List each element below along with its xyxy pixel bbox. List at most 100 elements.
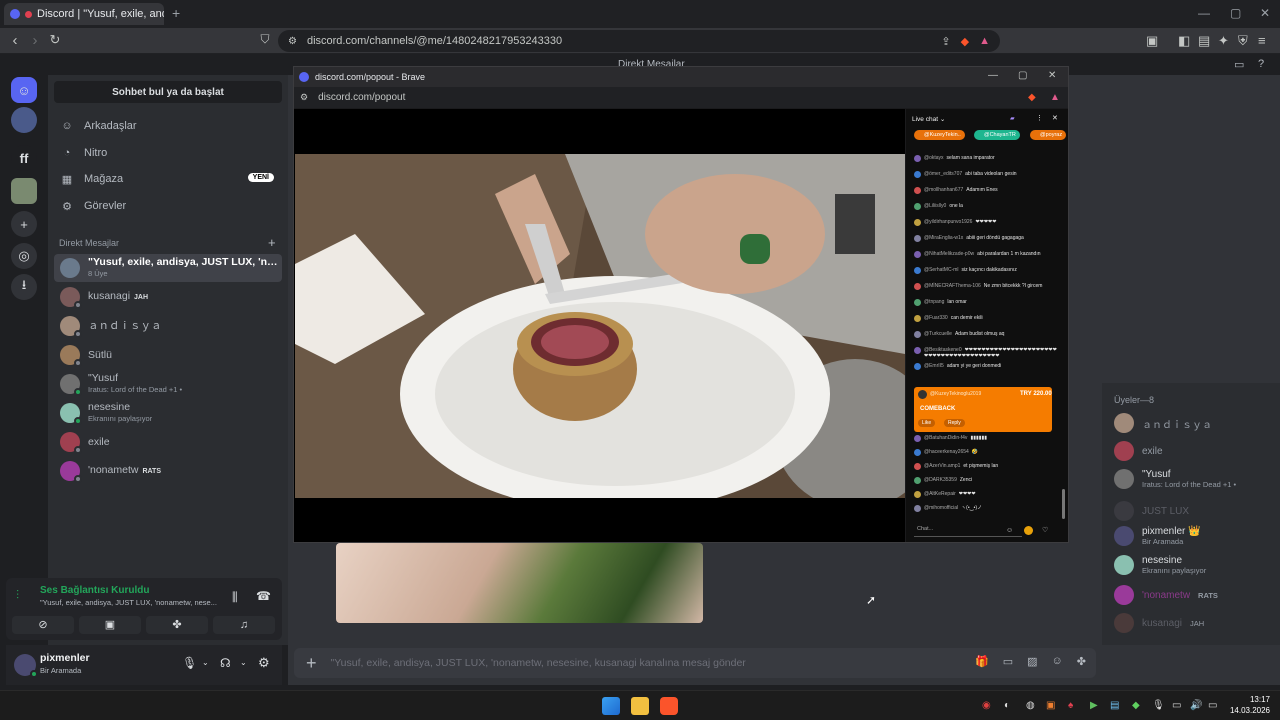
dm-item[interactable]: "Yusuf, exile, andisya, JUST LUX, 'nona.… (54, 254, 282, 282)
server-avatar-2[interactable] (11, 178, 37, 204)
nav-quests[interactable]: ⚙ Görevler (54, 194, 282, 218)
emoji-icon[interactable]: ☺ (1052, 655, 1063, 668)
gift-icon[interactable]: 🎁 (975, 655, 989, 668)
dm-item[interactable]: "Yusuf Iratus: Lord of the Dead +1 • (54, 370, 282, 398)
member-item[interactable]: "Yusuf Iratus: Lord of the Dead +1 • (1114, 469, 1236, 489)
chat-username[interactable]: @AltKeRepair (924, 491, 956, 497)
nav-nitro[interactable]: ◔ Nitro (54, 141, 282, 165)
menu-icon[interactable]: ≡ (1258, 33, 1266, 48)
chevron-down-icon[interactable]: ⌄ (202, 658, 209, 667)
dm-item[interactable]: Sütlü (54, 341, 282, 369)
reply-button[interactable]: Reply (944, 419, 965, 427)
reload-icon[interactable]: ↻ (46, 32, 64, 48)
noise-suppression-icon[interactable]: ⫼ (232, 590, 238, 605)
camera-button[interactable]: ⊘ (12, 616, 74, 634)
headphones-icon[interactable]: ☊ (220, 656, 231, 670)
live-chat-header[interactable]: Live chat ⌄ (912, 115, 945, 123)
discord-home-icon[interactable]: ☺ (11, 77, 37, 103)
chat-username[interactable]: @MİNECRAFThema-106 (924, 283, 981, 289)
chat-menu-icon[interactable]: ⋮ (1036, 114, 1043, 122)
inbox-icon[interactable]: ▭ (1234, 58, 1244, 71)
close-icon[interactable]: ✕ (1048, 70, 1056, 81)
chat-username[interactable]: @MiraEnglia-w1x (924, 235, 963, 241)
apps-icon[interactable]: ✤ (1077, 655, 1086, 668)
shared-image[interactable] (336, 543, 703, 623)
chat-close-icon[interactable]: ✕ (1052, 114, 1058, 122)
reader-icon[interactable]: ▣ (1146, 33, 1158, 49)
chat-username[interactable]: @Turkcuelle (924, 331, 952, 337)
share-icon[interactable]: ⇪ (941, 35, 950, 48)
super-chat-icon[interactable] (1024, 526, 1033, 535)
voice-status[interactable]: Ses Bağlantısı Kuruldu (40, 585, 149, 596)
tray-app-icon[interactable]: ▣ (1046, 700, 1055, 711)
close-window-icon[interactable]: ✕ (1260, 6, 1270, 20)
tray-app-icon[interactable]: ▤ (1110, 700, 1119, 711)
chat-username[interactable]: @Liliislly0 (924, 203, 946, 209)
brave-rewards-icon[interactable]: ▲ (1050, 92, 1060, 103)
tray-app-icon[interactable]: ♠ (1068, 700, 1073, 711)
chat-pill[interactable]: @poyraz (1030, 130, 1067, 140)
member-item[interactable]: 'nonametw RATS (1114, 585, 1218, 605)
dm-item[interactable]: kusanagi JAH (54, 283, 282, 311)
maximize-icon[interactable]: ▢ (1230, 6, 1241, 20)
member-item[interactable]: kusanagi JAH (1114, 613, 1204, 633)
microphone-icon[interactable]: 🎙 (182, 656, 197, 670)
chat-scrollbar[interactable] (1062, 489, 1065, 519)
sidebar-toggle-icon[interactable]: ◧ (1178, 33, 1190, 49)
back-icon[interactable]: ‹ (6, 32, 24, 49)
popout-address-bar[interactable]: ⚙ discord.com/popout ◆ ▲ (294, 87, 1068, 108)
download-icon[interactable]: ⭳ (11, 274, 37, 300)
dm-item[interactable]: nesesine Ekranını paylaşıyor (54, 399, 282, 427)
server-avatar[interactable] (11, 107, 37, 133)
brave-shields-icon[interactable]: ◆ (961, 35, 969, 48)
network-icon[interactable]: ▭ (1172, 700, 1181, 711)
chat-username[interactable]: @tnpang (924, 299, 944, 305)
member-item[interactable]: JUST LUX (1114, 501, 1189, 521)
nav-shop[interactable]: ▦ Mağaza YENİ (54, 167, 282, 191)
chat-username[interactable]: @haceerkenay2654 (924, 449, 969, 455)
tray-app-icon[interactable]: ◐ (1004, 700, 1010, 711)
activities-button[interactable]: ✤ (146, 616, 208, 634)
nav-friends[interactable]: ☺ Arkadaşlar (54, 114, 282, 138)
member-item[interactable]: nesesine Ekranını paylaşıyor (1114, 555, 1206, 575)
video-player[interactable] (294, 109, 905, 542)
screen-share-button[interactable]: ▣ (79, 616, 141, 634)
chevron-down-icon[interactable]: ⌄ (240, 658, 247, 667)
user-name[interactable]: pixmenler (40, 652, 90, 664)
gif-icon[interactable]: ▭ (1003, 655, 1013, 668)
message-input[interactable]: + "Yusuf, exile, andisya, JUST LUX, 'non… (294, 648, 1096, 678)
microphone-icon[interactable]: 🎙 (1152, 700, 1165, 711)
user-avatar[interactable] (14, 654, 38, 678)
leo-ai-icon[interactable]: ✦ (1218, 33, 1229, 49)
member-item[interactable]: pixmenler 👑 Bir Aramada (1114, 526, 1201, 546)
brave-rewards-icon[interactable]: ▲ (979, 35, 990, 47)
chat-pill[interactable]: @KuzeyTekin.. (914, 130, 965, 140)
chat-username[interactable]: @EmrII5 (924, 363, 944, 369)
file-explorer-icon[interactable] (631, 697, 649, 715)
bookmark-icon[interactable]: ⛉ (256, 32, 274, 47)
super-chat[interactable]: @KuzeyTekinoglu2019 TRY 220.00 COMEBACK … (914, 387, 1052, 432)
brave-shields-icon[interactable]: ◆ (1028, 92, 1036, 103)
minimize-icon[interactable]: — (988, 70, 998, 81)
dm-item[interactable]: exile (54, 428, 282, 456)
volume-icon[interactable]: 🔊 (1190, 700, 1202, 711)
upload-plus-icon[interactable]: + (306, 653, 317, 674)
server-ff-icon[interactable]: ff (11, 145, 37, 171)
forward-icon[interactable]: › (26, 32, 44, 49)
start-icon[interactable] (602, 697, 620, 715)
dm-item[interactable]: 'nonametw RATS (54, 457, 282, 485)
battery-icon[interactable]: ▭ (1208, 700, 1217, 711)
chat-pill[interactable]: @ChayanTR (974, 130, 1020, 140)
chat-username[interactable]: @mihomofficial (924, 505, 958, 511)
help-icon[interactable]: ? (1258, 58, 1264, 70)
tray-app-icon[interactable]: ▶ (1090, 700, 1098, 711)
member-item[interactable]: ａｎｄｉｓｙａ (1114, 413, 1212, 433)
maximize-icon[interactable]: ▢ (1018, 70, 1027, 81)
settings-gear-icon[interactable]: ⚙ (258, 655, 270, 671)
chat-username[interactable]: @ömer_edits707 (924, 171, 962, 177)
search-input[interactable]: Sohbet bul ya da başlat (54, 81, 282, 103)
chat-username[interactable]: @DARK35359 (924, 477, 957, 483)
sticker-icon[interactable]: ▨ (1027, 655, 1037, 668)
browser-tab[interactable]: Discord | "Yusuf, exile, andisy... ✕ (4, 3, 164, 25)
tray-app-icon[interactable]: ◉ (982, 700, 991, 711)
